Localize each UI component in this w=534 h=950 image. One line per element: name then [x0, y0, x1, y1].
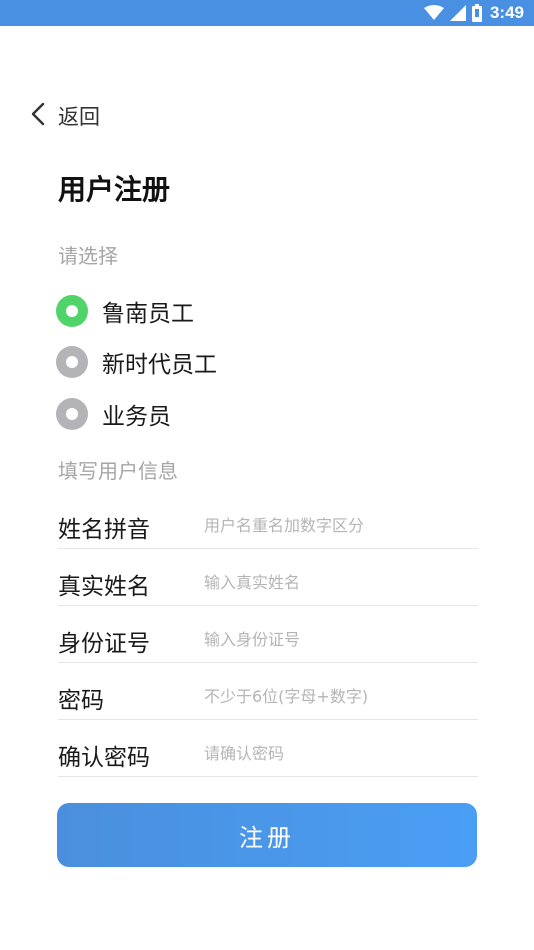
- real-name-label: 真实姓名: [58, 574, 150, 600]
- form-row-pinyin-name: 姓名拼音: [58, 492, 478, 549]
- pinyin-name-label: 姓名拼音: [58, 517, 150, 543]
- radio-option-new-era-employee[interactable]: 新时代员工: [56, 337, 217, 389]
- pinyin-name-input[interactable]: [204, 514, 474, 536]
- cell-signal-icon: [449, 5, 466, 21]
- radio-checked-icon: [56, 294, 88, 327]
- radio-option-label: 鲁南员工: [102, 300, 194, 327]
- status-bar: 3:49: [0, 0, 534, 26]
- form-row-real-name: 真实姓名: [58, 549, 478, 606]
- back-label: 返回: [58, 105, 100, 129]
- radio-option-label: 业务员: [102, 403, 171, 430]
- radio-option-label: 新时代员工: [102, 352, 217, 379]
- back-button[interactable]: 返回: [30, 100, 100, 132]
- radio-unchecked-icon: [56, 346, 88, 379]
- confirm-password-input[interactable]: [204, 742, 474, 764]
- confirm-password-label: 确认密码: [58, 745, 150, 771]
- page-title: 用户注册: [58, 173, 171, 206]
- password-label: 密码: [58, 688, 104, 714]
- form-row-password: 密码: [58, 663, 478, 720]
- chevron-left-icon: [30, 102, 46, 130]
- real-name-input[interactable]: [204, 571, 474, 593]
- battery-icon: [471, 4, 482, 22]
- info-section-label: 填写用户信息: [58, 459, 178, 483]
- radio-option-salesperson[interactable]: 业务员: [56, 388, 217, 440]
- id-number-input[interactable]: [204, 628, 474, 650]
- password-input[interactable]: [204, 685, 474, 707]
- employee-type-radio-group: 鲁南员工 新时代员工 业务员: [56, 285, 217, 440]
- form-row-confirm-password: 确认密码: [58, 720, 478, 777]
- form-row-id-number: 身份证号: [58, 606, 478, 663]
- id-number-label: 身份证号: [58, 631, 150, 657]
- choose-section-label: 请选择: [58, 244, 118, 268]
- radio-unchecked-icon: [56, 397, 88, 430]
- status-time: 3:49: [489, 3, 524, 22]
- radio-option-lunan-employee[interactable]: 鲁南员工: [56, 285, 217, 337]
- register-button[interactable]: 注册: [57, 803, 477, 867]
- wifi-icon: [423, 5, 444, 21]
- registration-form: 姓名拼音 真实姓名 身份证号 密码 确认密码: [58, 492, 478, 777]
